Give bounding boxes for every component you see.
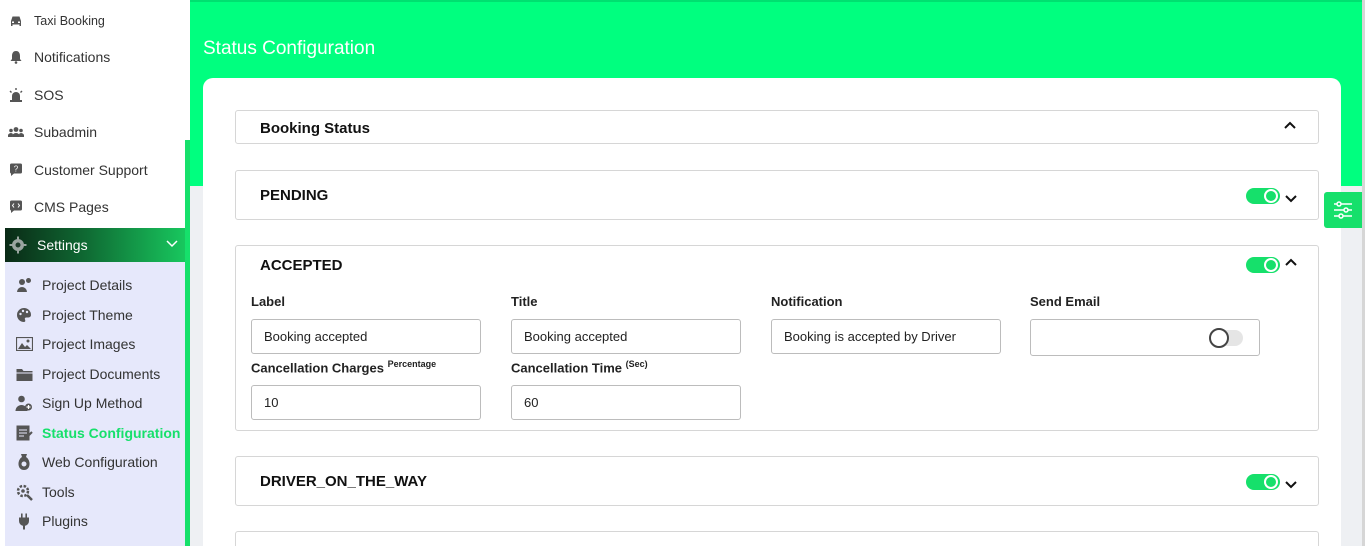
sidebar-item-cms-pages[interactable]: CMS Pages: [0, 191, 185, 223]
label-field-label: Label: [251, 294, 285, 309]
status-config-card: Booking Status PENDING ACCEPTED Label Ti…: [203, 78, 1341, 546]
notification-input[interactable]: [771, 319, 1001, 354]
svg-text:?: ?: [14, 165, 19, 174]
sidebar-item-notifications[interactable]: Notifications: [0, 41, 185, 73]
sidebar-item-subadmin[interactable]: Subadmin: [0, 116, 185, 148]
plug-icon: [15, 512, 33, 530]
submenu-item-project-details[interactable]: Project Details: [15, 272, 132, 298]
chevron-down-icon[interactable]: [1284, 477, 1298, 491]
status-panel-next: [235, 531, 1319, 546]
status-panel-accepted: ACCEPTED Label Title Notification Send E…: [235, 245, 1319, 431]
cancellation-time-text: Cancellation Time: [511, 360, 623, 376]
submenu-item-sign-up-method[interactable]: Sign Up Method: [15, 390, 142, 416]
main-content: Status Configuration Booking Status PEND…: [190, 0, 1365, 546]
submenu-label: Sign Up Method: [42, 395, 143, 411]
status-title-driver-on-the-way: DRIVER_ON_THE_WAY: [260, 473, 427, 490]
pending-enabled-toggle[interactable]: [1246, 188, 1280, 204]
submenu-label: Plugins: [42, 513, 88, 529]
submenu-label: Tools: [42, 484, 75, 500]
submenu-label: Project Theme: [42, 307, 133, 323]
cancellation-charges-input[interactable]: [251, 385, 481, 420]
sidebar-item-sos[interactable]: SOS: [0, 79, 185, 111]
title-input[interactable]: [511, 319, 741, 354]
sidebar-item-settings[interactable]: Settings: [5, 228, 185, 262]
driver-on-the-way-enabled-toggle[interactable]: [1246, 474, 1280, 490]
users-icon: [8, 124, 24, 140]
send-email-toggle[interactable]: [1209, 328, 1243, 348]
submenu-item-plugins[interactable]: Plugins: [15, 508, 88, 534]
submenu-label: Project Details: [42, 277, 133, 293]
send-email-box: [1030, 319, 1260, 356]
sidebar-item-label: Subadmin: [34, 124, 98, 140]
cancellation-charges-label: Cancellation Charges Percentage: [251, 359, 436, 375]
image-icon: [15, 335, 33, 353]
cancellation-time-label: Cancellation Time (Sec): [511, 359, 648, 375]
customizer-button[interactable]: [1324, 192, 1362, 228]
siren-icon: [8, 87, 24, 103]
page-title: Status Configuration: [203, 38, 376, 59]
sliders-icon: [1334, 201, 1352, 219]
project-details-icon: [15, 276, 33, 294]
status-title-pending: PENDING: [260, 187, 329, 204]
submenu-item-project-images[interactable]: Project Images: [15, 331, 135, 357]
submenu-label: Status Configuration: [42, 425, 181, 441]
chevron-down-icon: [166, 240, 178, 248]
cancellation-time-input[interactable]: [511, 385, 741, 420]
palette-icon: [15, 306, 33, 324]
submenu-item-status-configuration[interactable]: Status Configuration: [15, 420, 180, 446]
sidebar-item-taxi-booking[interactable]: Taxi Booking: [0, 5, 185, 37]
notification-field-label: Notification: [771, 294, 843, 309]
sidebar-item-label: SOS: [34, 87, 64, 103]
cancellation-time-unit: (Sec): [625, 359, 648, 369]
submenu-label: Web Configuration: [42, 454, 158, 470]
sidebar-item-label: Taxi Booking: [34, 14, 105, 28]
sidebar-item-label: Customer Support: [34, 162, 148, 178]
web-config-icon: [15, 453, 33, 471]
bell-icon: [8, 49, 24, 65]
sidebar-item-customer-support[interactable]: ? Customer Support: [0, 154, 185, 186]
chevron-up-icon[interactable]: [1284, 256, 1298, 270]
sidebar-item-label: Notifications: [34, 49, 111, 65]
status-title-accepted: ACCEPTED: [260, 257, 343, 274]
sidebar: Taxi Booking Notifications SOS Subadmin …: [0, 0, 190, 546]
submenu-label: Project Documents: [42, 366, 161, 382]
status-panel-pending: PENDING: [235, 170, 1319, 220]
car-icon: [8, 13, 24, 29]
support-chat-icon: ?: [8, 162, 24, 178]
settings-label: Settings: [37, 237, 88, 253]
send-email-field-label: Send Email: [1030, 294, 1101, 309]
chevron-up-icon[interactable]: [1283, 119, 1297, 133]
submenu-label: Project Images: [42, 336, 136, 352]
submenu-item-project-documents[interactable]: Project Documents: [15, 361, 160, 387]
submenu-item-project-theme[interactable]: Project Theme: [15, 302, 133, 328]
code-chat-icon: [8, 199, 24, 215]
submenu-item-tools[interactable]: Tools: [15, 479, 75, 505]
status-panel-driver-on-the-way: DRIVER_ON_THE_WAY: [235, 456, 1319, 506]
booking-status-panel[interactable]: Booking Status: [235, 110, 1319, 144]
chevron-down-icon[interactable]: [1284, 191, 1298, 205]
submenu-item-web-configuration[interactable]: Web Configuration: [15, 449, 158, 475]
tools-icon: [15, 483, 33, 501]
cancellation-charges-text: Cancellation Charges: [251, 360, 384, 376]
accepted-enabled-toggle[interactable]: [1246, 257, 1280, 273]
sidebar-item-label: CMS Pages: [34, 199, 109, 215]
label-input[interactable]: [251, 319, 481, 354]
status-config-icon: [15, 424, 33, 442]
booking-status-title: Booking Status: [260, 120, 371, 137]
user-add-icon: [15, 394, 33, 412]
cancellation-charges-unit: Percentage: [387, 359, 437, 369]
gear-icon: [9, 236, 27, 254]
settings-submenu: Project Details Project Theme Project Im…: [5, 262, 185, 546]
title-field-label: Title: [511, 294, 538, 309]
folder-icon: [15, 365, 33, 383]
